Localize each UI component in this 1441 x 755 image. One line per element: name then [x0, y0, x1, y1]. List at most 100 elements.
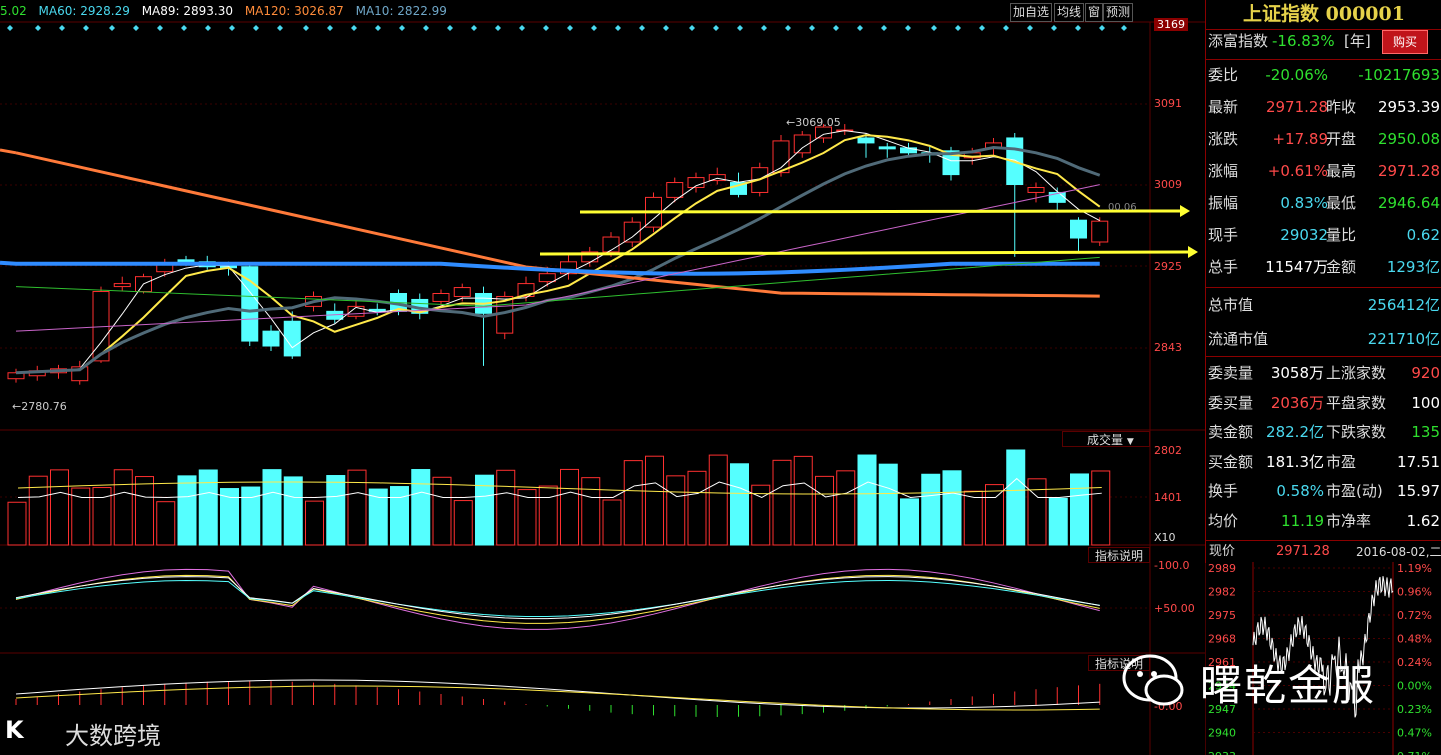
volume-label[interactable]: 成交量 ▼ — [1062, 431, 1150, 447]
volume-bar — [836, 470, 856, 546]
chart-canvas[interactable] — [0, 0, 1205, 755]
mean-line-button[interactable]: 均线 — [1054, 3, 1085, 22]
quote-value: 11547万 — [1265, 258, 1328, 276]
volume-bar — [878, 463, 898, 546]
signal-diamond — [35, 25, 41, 31]
buy-button[interactable]: 购买 — [1382, 30, 1428, 54]
signal-diamond — [905, 25, 911, 31]
minute-axis-label: 2975 — [1208, 609, 1236, 622]
volume-bar — [50, 469, 69, 546]
quote-row: 委比 -20.06% -10217693 — [1206, 60, 1441, 90]
brand-logo: K 大数跨境 — [5, 712, 205, 752]
price-axis-label: 3009 — [1154, 178, 1182, 191]
candle-body — [1091, 220, 1109, 243]
minute-date: 2016-08-02,二 — [1356, 545, 1441, 559]
tianfu-label: 添富指数 — [1208, 32, 1269, 50]
volume-bar — [815, 475, 834, 546]
signal-diamond — [495, 25, 501, 31]
quote-label: 涨幅 — [1208, 162, 1239, 180]
volume-bar — [1091, 470, 1111, 546]
signal-diamond — [1027, 25, 1033, 31]
volume-bar — [942, 470, 962, 546]
signal-diamond — [399, 25, 405, 31]
volume-bar — [900, 498, 919, 546]
volume-bar — [687, 470, 707, 546]
volume-bar — [432, 476, 452, 546]
stat-row: 买金额 181.3亿 市盈 17.51 — [1206, 447, 1441, 477]
volume-bar — [177, 475, 197, 546]
kdj-k-line — [15, 579, 1100, 618]
arrow-icon — [1188, 246, 1198, 258]
volume-bar — [113, 469, 133, 546]
candle-body — [453, 287, 471, 297]
signal-diamond — [1099, 25, 1105, 31]
signal-diamond — [327, 25, 333, 31]
stat-value: 17.51 — [1397, 452, 1440, 471]
volume-bar — [7, 501, 27, 546]
signal-diamond — [689, 25, 695, 31]
minute-axis-label: 0.47% — [1397, 727, 1432, 740]
ma-long-line — [15, 184, 1100, 332]
signal-diamond — [253, 25, 259, 31]
indicator-help[interactable]: 指标说明 — [1088, 547, 1150, 563]
signal-diamond — [663, 25, 669, 31]
kline-chart-area[interactable]: 5.02 MA60: 2928.29 MA89: 2893.30 MA120: … — [0, 0, 1205, 755]
volume-bar — [857, 454, 877, 546]
volume-bar — [1027, 478, 1047, 546]
stat-label: 市盈 — [1326, 452, 1357, 471]
volume-axis-label: 2802 — [1154, 444, 1182, 457]
signal-diamond — [1051, 25, 1057, 31]
minute-axis-label: 2982 — [1208, 586, 1236, 599]
volume-bar — [326, 475, 346, 546]
add-watchlist-button[interactable]: 加自选 — [1010, 3, 1053, 22]
cap-label: 总市值 — [1208, 296, 1254, 314]
quote-value: 29032 — [1280, 226, 1328, 244]
stat-row: 均价 11.19 市净率 1.62 — [1206, 506, 1441, 536]
signal-diamond — [567, 25, 573, 31]
signal-diamond — [881, 25, 887, 31]
forecast-button[interactable]: 预测 — [1103, 3, 1134, 22]
stat-label: 卖金额 — [1208, 423, 1254, 441]
watermark: 曙乾金服 — [1120, 640, 1420, 710]
minute-axis-label: 0.71% — [1397, 750, 1432, 755]
quote-label: 量比 — [1326, 226, 1357, 244]
signal-diamond — [109, 25, 115, 31]
quote-row: 现手 29032 量比 0.62 — [1206, 220, 1441, 250]
indicator-axis-label: +50.00 — [1154, 602, 1195, 615]
signal-diamond — [761, 25, 767, 31]
market-cap-row: 总市值 256412亿 — [1206, 290, 1441, 320]
volume-bar — [645, 455, 664, 546]
window-button[interactable]: 窗 — [1085, 3, 1104, 22]
ma10-value: MA10: 2822.99 — [355, 4, 447, 18]
volume-bar — [538, 485, 558, 546]
candle-body — [666, 182, 684, 198]
signal-diamond — [1121, 25, 1127, 31]
stat-value: 1.62 — [1406, 511, 1440, 530]
signal-diamond — [59, 25, 65, 31]
volume-bar — [28, 475, 48, 546]
minute-header: 现价 2971.28 2016-08-02,二 — [1205, 540, 1441, 563]
quote-value: 2946.64 — [1377, 194, 1440, 212]
quote-label: 金额 — [1326, 258, 1357, 276]
signal-diamond — [133, 25, 139, 31]
signal-diamond — [857, 25, 863, 31]
stat-value: 3058万 — [1270, 364, 1324, 382]
stat-value: 282.2亿 — [1266, 423, 1324, 441]
stock-title: 上证指数 000001 — [1243, 3, 1405, 25]
stat-value: 100 — [1411, 393, 1440, 412]
signal-diamond — [303, 25, 309, 31]
volume-bar — [793, 455, 813, 546]
quote-value: 1293亿 — [1386, 258, 1440, 276]
minute-axis-label: 0.72% — [1397, 609, 1432, 622]
quote-label: 最新 — [1208, 98, 1239, 116]
signal-diamond — [277, 25, 283, 31]
ma-legend-bar: 5.02 MA60: 2928.29 MA89: 2893.30 MA120: … — [0, 0, 1008, 22]
stat-value: 11.19 — [1281, 511, 1324, 530]
signal-diamond — [955, 25, 961, 31]
signal-diamond — [737, 25, 743, 31]
volume-bar — [283, 476, 303, 546]
volume-bar — [135, 476, 154, 546]
minute-price-label: 现价 — [1209, 544, 1236, 559]
cap-value: 221710亿 — [1367, 330, 1440, 348]
volume-bar — [1006, 449, 1026, 546]
